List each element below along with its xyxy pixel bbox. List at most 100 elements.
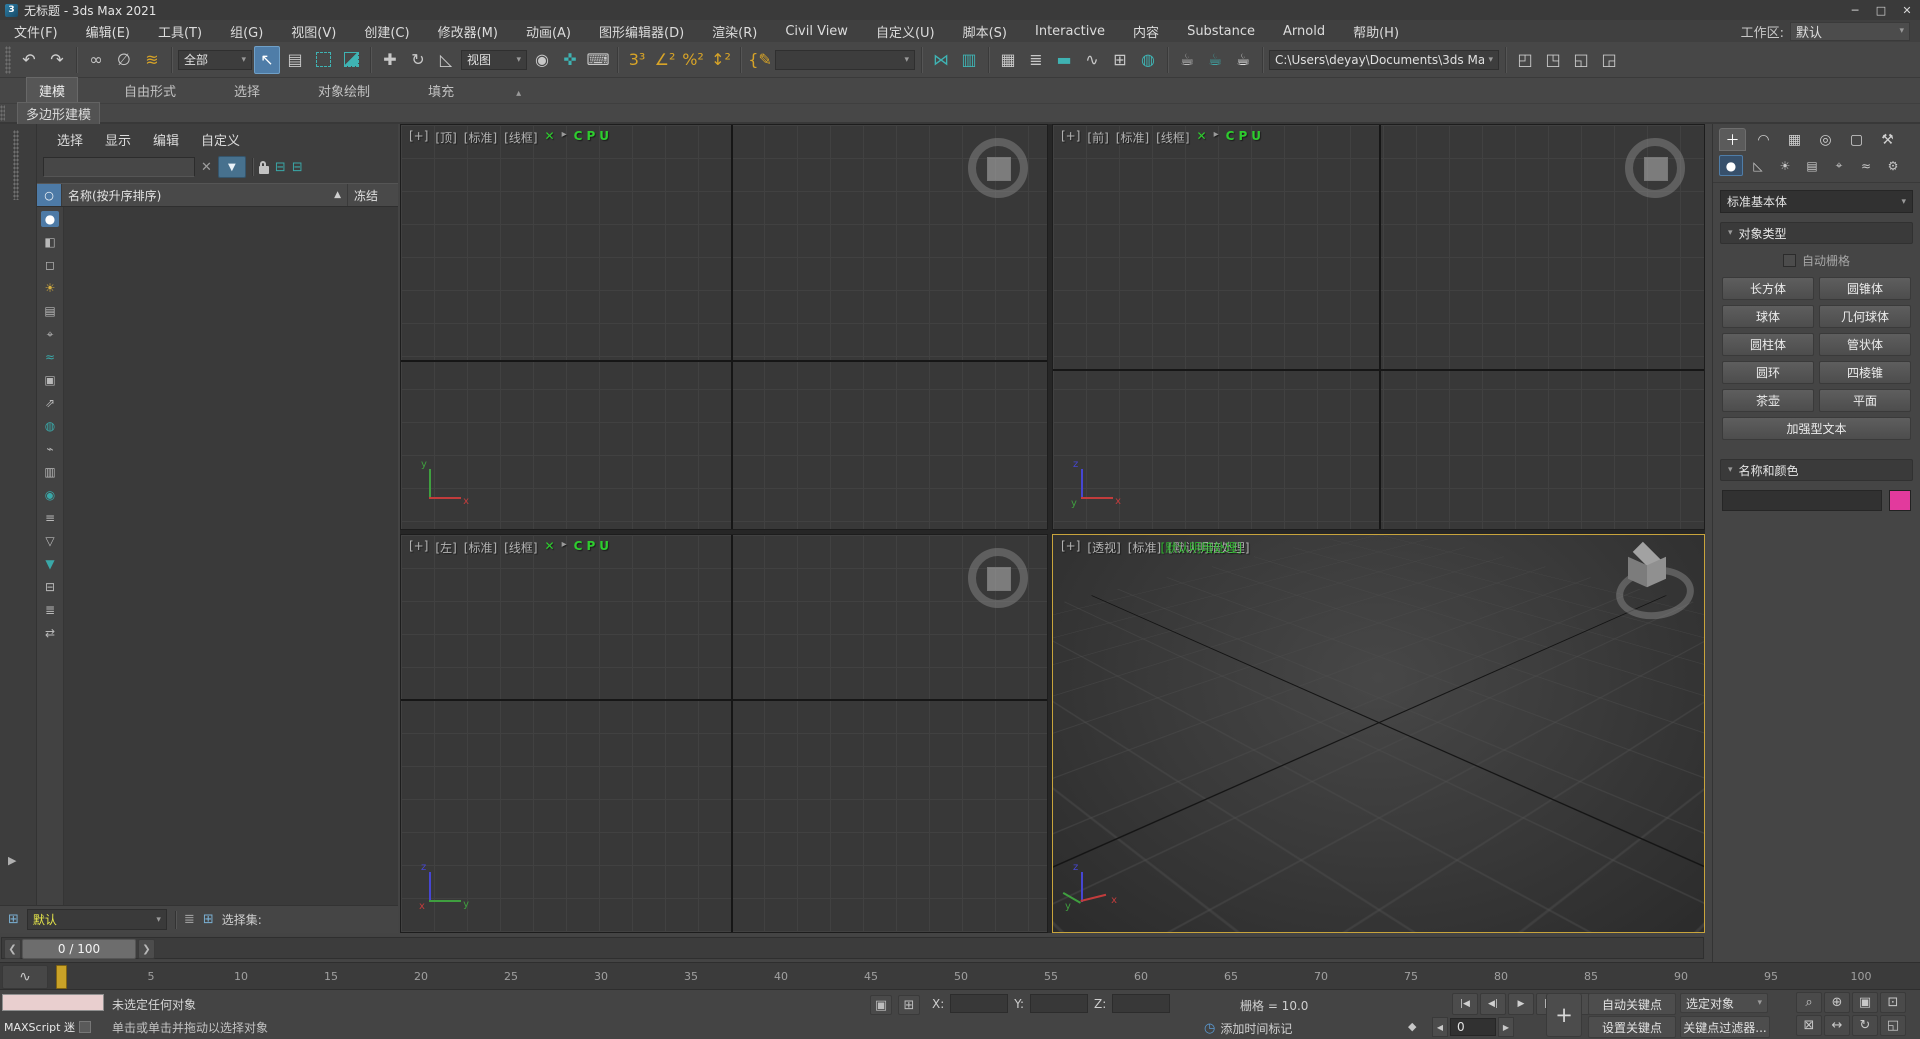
x-coordinate-field[interactable] bbox=[950, 994, 1009, 1013]
key-filters-button[interactable]: 关键点过滤器... bbox=[1680, 1016, 1770, 1038]
display-frozen-eye-icon[interactable]: ◉ bbox=[41, 487, 59, 503]
clear-search-icon[interactable]: ✕ bbox=[201, 160, 212, 175]
select-and-move-icon[interactable]: ✚ bbox=[377, 46, 403, 74]
box-button[interactable]: 长方体 bbox=[1722, 277, 1814, 300]
view-cube[interactable] bbox=[965, 545, 1031, 611]
scene-explorer-toggle-icon[interactable]: ▦ bbox=[995, 46, 1021, 74]
ribbon-toggle-icon[interactable]: ▬ bbox=[1051, 46, 1077, 74]
select-and-link-icon[interactable]: ∞ bbox=[83, 46, 109, 74]
ribbon-collapse-icon[interactable]: ▴ bbox=[510, 84, 527, 103]
teapot-button[interactable]: 茶壶 bbox=[1722, 389, 1814, 412]
previous-frame-button[interactable]: ◀| bbox=[1480, 993, 1506, 1015]
panel-expand-arrow[interactable]: ▶ bbox=[8, 854, 16, 867]
frame-down-arrow[interactable]: ◀ bbox=[1432, 1017, 1448, 1037]
viewport-label-part[interactable]: [线框] bbox=[504, 539, 537, 556]
object-name-input[interactable] bbox=[1722, 490, 1882, 511]
object-type-rollout-header[interactable]: ▾ 对象类型 bbox=[1720, 222, 1913, 244]
autogrid-checkbox[interactable] bbox=[1782, 254, 1796, 267]
absolute-mode-transform-icon[interactable]: ⊞ bbox=[898, 995, 920, 1015]
curve-editor-icon[interactable]: ∿ bbox=[1079, 46, 1105, 74]
explorer-select-display-icon[interactable]: ● bbox=[41, 211, 59, 227]
explorer-menu-编辑[interactable]: 编辑 bbox=[153, 130, 179, 149]
track-bar[interactable]: ∿ 05101520253035404550556065707580859095… bbox=[0, 962, 1920, 990]
workspace-layout-1-icon[interactable]: ◰ bbox=[1512, 46, 1538, 74]
go-to-start-button[interactable]: |◀ bbox=[1452, 993, 1478, 1015]
menu-item-9[interactable]: 图形编辑器(D) bbox=[585, 20, 698, 42]
menu-item-2[interactable]: 编辑(E) bbox=[72, 20, 144, 42]
viewport-label-part[interactable]: [线框] bbox=[504, 129, 537, 146]
set-key-button[interactable]: 设置关键点 bbox=[1588, 1016, 1676, 1038]
menu-item-11[interactable]: Civil View bbox=[771, 20, 862, 42]
select-object-icon[interactable]: ↖ bbox=[254, 45, 280, 74]
expand-hierarchy-icon[interactable]: ⊟ bbox=[275, 160, 286, 175]
unlink-selection-icon[interactable]: ∅ bbox=[111, 46, 137, 74]
workspace-dropdown[interactable]: 默认 ▾ bbox=[1790, 21, 1910, 41]
angle-snap-icon[interactable]: ∠² bbox=[652, 46, 678, 74]
edit-named-selection-sets-icon[interactable]: {✎ bbox=[747, 46, 773, 74]
toolbar-drag-handle[interactable] bbox=[5, 45, 11, 74]
window-crossing-toggle-icon[interactable] bbox=[338, 46, 364, 74]
viewport-label-part[interactable]: [线框] bbox=[1156, 129, 1189, 146]
redo-icon[interactable]: ↷ bbox=[44, 46, 70, 74]
align-icon[interactable]: ▥ bbox=[956, 46, 982, 74]
category-helpers[interactable]: ⌖ bbox=[1827, 155, 1851, 176]
ribbon-tab-填充[interactable]: 填充 bbox=[416, 78, 466, 103]
bind-to-spacewarp-icon[interactable]: ≋ bbox=[139, 46, 165, 74]
viewport-front[interactable]: [+] [前] [标准] [线框] ✕ ▸ CPU z y x bbox=[1052, 124, 1705, 530]
display-materials-icon[interactable]: ◍ bbox=[41, 418, 59, 434]
name-color-rollout-header[interactable]: ▾ 名称和颜色 bbox=[1720, 459, 1913, 481]
pyramid-button[interactable]: 四棱锥 bbox=[1819, 361, 1911, 384]
y-coordinate-field[interactable] bbox=[1030, 994, 1089, 1013]
select-and-rotate-icon[interactable]: ↻ bbox=[405, 46, 431, 74]
menu-item-16[interactable]: Substance bbox=[1173, 20, 1269, 42]
display-containers-icon[interactable]: ▥ bbox=[41, 464, 59, 480]
display-column-icon[interactable]: ○ bbox=[37, 184, 61, 206]
z-coordinate-field[interactable] bbox=[1112, 994, 1171, 1013]
viewport-label-part[interactable]: [+] bbox=[1061, 129, 1080, 146]
menu-item-1[interactable]: 文件(F) bbox=[0, 20, 72, 42]
project-folder-dropdown[interactable]: C:\Users\deyay\Documents\3ds Max 2021▾ bbox=[1269, 49, 1499, 70]
minimize-button[interactable]: ─ bbox=[1842, 1, 1868, 20]
viewport-label-part[interactable]: [标准] bbox=[464, 129, 497, 146]
percent-snap-icon[interactable]: %² bbox=[680, 46, 706, 74]
viewport-label-part[interactable]: [顶] bbox=[435, 129, 456, 146]
filter-icon[interactable]: ▼ bbox=[217, 156, 246, 178]
zoom-region-icon[interactable]: ⊠ bbox=[1796, 1015, 1822, 1036]
close-button[interactable]: ✕ bbox=[1894, 1, 1920, 20]
zoom-extents-all-icon[interactable]: ⊡ bbox=[1880, 992, 1906, 1013]
named-selection-dropdown[interactable]: ▾ bbox=[775, 49, 915, 70]
selected-objects-dropdown[interactable]: 选定对象 ▾ bbox=[1680, 993, 1768, 1013]
play-button[interactable]: ▶ bbox=[1508, 993, 1534, 1015]
ribbon-tab-对象绘制[interactable]: 对象绘制 bbox=[306, 78, 382, 103]
sort-by-name-icon[interactable]: ≡ bbox=[41, 510, 59, 526]
category-spacewarps[interactable]: ≈ bbox=[1854, 155, 1878, 176]
current-frame-marker[interactable] bbox=[56, 965, 67, 989]
menu-item-4[interactable]: 组(G) bbox=[216, 20, 277, 42]
menu-item-6[interactable]: 创建(C) bbox=[350, 20, 423, 42]
snap-toggle-3d-icon[interactable]: 3³ bbox=[624, 46, 650, 74]
set-keys-button[interactable]: + bbox=[1546, 993, 1582, 1037]
viewport-label-part[interactable]: [+] bbox=[1061, 539, 1080, 556]
category-systems[interactable]: ⚙ bbox=[1881, 155, 1905, 176]
next-key-arrow[interactable]: ❯ bbox=[138, 939, 155, 959]
workspace-layout-3-icon[interactable]: ◱ bbox=[1568, 46, 1594, 74]
tab-utilities[interactable]: ⚒ bbox=[1874, 128, 1901, 151]
sort-by-type-icon[interactable]: ▽ bbox=[41, 533, 59, 549]
maximize-viewport-icon[interactable]: ◱ bbox=[1880, 1015, 1906, 1036]
category-lights[interactable]: ☀ bbox=[1773, 155, 1797, 176]
explorer-preset-dropdown[interactable]: 默认 ▾ bbox=[26, 909, 167, 930]
menu-item-10[interactable]: 渲染(R) bbox=[698, 20, 771, 42]
schematic-view-icon[interactable]: ⊞ bbox=[1107, 46, 1133, 74]
viewport-label-part[interactable]: [标准] bbox=[1116, 129, 1149, 146]
display-cameras-icon[interactable]: ▤ bbox=[41, 303, 59, 319]
filter-funnel-icon[interactable]: ▼ bbox=[41, 556, 59, 572]
display-lights-icon[interactable]: ☀ bbox=[41, 280, 59, 296]
previous-key-arrow[interactable]: ❮ bbox=[4, 939, 21, 959]
zoom-all-icon[interactable]: ⊕ bbox=[1824, 992, 1850, 1013]
tab-modify[interactable]: ◠ bbox=[1750, 128, 1777, 151]
cylinder-button[interactable]: 圆柱体 bbox=[1722, 333, 1814, 356]
frame-up-arrow[interactable]: ▶ bbox=[1498, 1017, 1514, 1037]
cone-button[interactable]: 圆锥体 bbox=[1819, 277, 1911, 300]
display-spacewarps-icon[interactable]: ≈ bbox=[41, 349, 59, 365]
render-setup-icon[interactable]: ☕ bbox=[1174, 46, 1200, 74]
